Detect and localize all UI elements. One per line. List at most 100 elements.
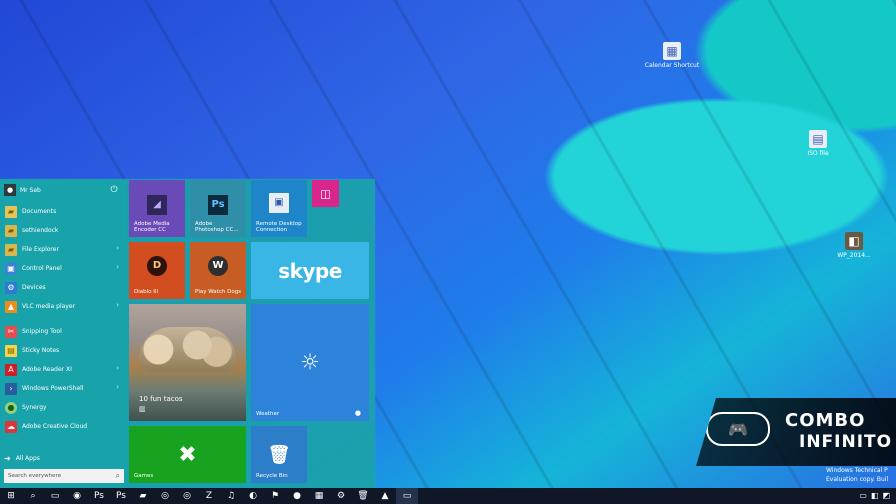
- taskbar-grid[interactable]: ▦: [308, 488, 330, 504]
- menu-item-powershell[interactable]: › Windows PowerShell ›: [0, 379, 127, 398]
- taskbar-photoshop-2[interactable]: Ps: [110, 488, 132, 504]
- watermark-line-1: COMBO: [785, 410, 866, 431]
- chevron-right-icon: ›: [116, 301, 119, 309]
- tile-games[interactable]: ✖ Games: [129, 426, 246, 483]
- menu-item-label: Snipping Tool: [22, 328, 62, 335]
- camera-icon: ◫: [320, 187, 331, 200]
- taskbar-steam-2[interactable]: ◎: [176, 488, 198, 504]
- keyboard-icon[interactable]: ▭: [859, 491, 867, 500]
- food-title: 10 fun tacos: [139, 395, 183, 403]
- sun-icon: ☼: [300, 350, 320, 375]
- xbox-icon: ✖: [178, 442, 197, 467]
- menu-item-snipping-tool[interactable]: ✂ Snipping Tool: [0, 322, 127, 341]
- taskbar-chrome[interactable]: ◉: [66, 488, 88, 504]
- all-apps-link[interactable]: ➜ All Apps: [4, 451, 122, 465]
- taskbar-search-button[interactable]: ⌕: [22, 488, 44, 504]
- menu-item-adobe-reader[interactable]: A Adobe Reader XI ›: [0, 360, 127, 379]
- gamepad-icon: 🎮: [706, 412, 770, 446]
- start-menu-list: ▰ Documents ▰ sethiendock ▰ File Explore…: [0, 202, 127, 436]
- folder-icon: ▰: [5, 243, 17, 256]
- menu-item-control-panel[interactable]: ▣ Control Panel ›: [0, 259, 127, 278]
- skype-logo: skype: [278, 258, 342, 283]
- taskbar-network[interactable]: ⚑: [264, 488, 286, 504]
- system-tray: ▭ ◧ ◩: [859, 491, 890, 500]
- taskbar-photoshop-1[interactable]: Ps: [88, 488, 110, 504]
- tile-label: Recycle Bin: [256, 473, 288, 479]
- calendar-icon: ▦: [663, 42, 681, 60]
- taskbar-file-explorer[interactable]: ▭: [44, 488, 66, 504]
- tile-food[interactable]: 10 fun tacos ▥: [129, 304, 246, 421]
- menu-item-file-explorer[interactable]: ▰ File Explorer ›: [0, 240, 127, 259]
- watch-dogs-icon: W: [208, 255, 228, 276]
- desktop-icon-label: ISO file: [807, 150, 829, 157]
- folder-icon: ▰: [5, 224, 17, 237]
- taskbar-vlc[interactable]: ▲: [374, 488, 396, 504]
- arrow-right-icon: ➜: [4, 453, 11, 463]
- control-panel-icon: ▣: [5, 262, 17, 275]
- menu-item-label: VLC media player: [22, 303, 76, 310]
- pdf-icon: A: [5, 363, 17, 376]
- power-icon[interactable]: ⏻: [109, 185, 119, 195]
- tile-adobe-photoshop[interactable]: Ps Adobe Photoshop CC...: [190, 180, 246, 237]
- volume-icon[interactable]: ◧: [871, 491, 879, 500]
- menu-item-documents[interactable]: ▰ Documents: [0, 202, 127, 221]
- menu-item-sethiendock[interactable]: ▰ sethiendock: [0, 221, 127, 240]
- tile-diablo-iii[interactable]: D Diablo III: [129, 242, 185, 299]
- chevron-right-icon: ›: [116, 364, 119, 372]
- tile-play-watch-dogs[interactable]: W Play Watch Dogs: [190, 242, 246, 299]
- menu-item-label: Documents: [22, 208, 57, 215]
- watermark-line-2: INFINITO: [799, 432, 893, 452]
- menu-item-vlc[interactable]: ▲ VLC media player ›: [0, 297, 127, 316]
- taskbar-recycle[interactable]: 🗑: [352, 488, 374, 504]
- user-name: Mr Seb: [20, 186, 41, 194]
- menu-item-label: Sticky Notes: [22, 347, 60, 354]
- menu-item-label: Windows PowerShell: [22, 385, 84, 392]
- desktop-icon-wp[interactable]: ◧ WP_2014...: [825, 232, 883, 259]
- windows-evaluation-text: Windows Technical P Evaluation copy. Bui…: [826, 466, 896, 484]
- monitor-icon: ▣: [269, 192, 289, 213]
- taskbar-settings[interactable]: ⚙: [330, 488, 352, 504]
- media-encoder-icon: ◢: [147, 194, 167, 215]
- desktop-icon-calendar-shortcut[interactable]: ▦ Calendar Shortcut: [643, 42, 701, 69]
- tile-adobe-media-encoder[interactable]: ◢ Adobe Media Encoder CC: [129, 180, 185, 237]
- network-icon[interactable]: ◩: [882, 491, 890, 500]
- taskbar-filezilla[interactable]: Z: [198, 488, 220, 504]
- desktop-icon-label: WP_2014...: [837, 252, 871, 259]
- creative-cloud-icon: ☁: [5, 420, 17, 433]
- food-icon: ▥: [139, 405, 146, 413]
- taskbar-steam-1[interactable]: ◎: [154, 488, 176, 504]
- desktop-icon-label: Calendar Shortcut: [644, 62, 700, 69]
- tile-camera[interactable]: ◫: [312, 180, 339, 207]
- folder-icon: ▰: [5, 205, 17, 218]
- tile-label: Adobe Photoshop CC...: [195, 221, 239, 233]
- sync-icon: ●: [5, 401, 17, 414]
- start-menu-left-panel: ● Mr Seb ⏻ ▰ Documents ▰ sethiendock ▰ F…: [0, 179, 127, 488]
- menu-item-label: Devices: [22, 284, 46, 291]
- user-row[interactable]: ● Mr Seb ⏻: [4, 183, 124, 197]
- menu-item-label: Control Panel: [22, 265, 62, 272]
- menu-item-creative-cloud[interactable]: ☁ Adobe Creative Cloud: [0, 417, 127, 436]
- taskbar-app[interactable]: ●: [286, 488, 308, 504]
- menu-item-devices[interactable]: ⚙ Devices: [0, 278, 127, 297]
- menu-item-label: Adobe Reader XI: [22, 366, 72, 373]
- photoshop-icon: Ps: [208, 194, 228, 215]
- search-placeholder: Search everywhere: [8, 473, 62, 479]
- taskbar: ⊞ ⌕ ▭ ◉ Ps Ps ▰ ◎ ◎ Z ♫ ◐ ⚑ ● ▦ ⚙ 🗑 ▲ ▭ …: [0, 488, 896, 504]
- desktop-icon-iso-file[interactable]: ▤ ISO file: [789, 130, 847, 157]
- start-menu-tiles: ◢ Adobe Media Encoder CC Ps Adobe Photos…: [129, 180, 373, 486]
- taskbar-folder[interactable]: ▰: [132, 488, 154, 504]
- taskbar-firefox[interactable]: ◐: [242, 488, 264, 504]
- tile-weather[interactable]: ☼ Weather ●: [251, 304, 369, 421]
- menu-item-sticky-notes[interactable]: ▤ Sticky Notes: [0, 341, 127, 360]
- tile-skype[interactable]: skype: [251, 242, 369, 299]
- tile-label: Diablo III: [134, 289, 159, 295]
- chevron-right-icon: ›: [116, 383, 119, 391]
- chevron-right-icon: ›: [116, 244, 119, 252]
- menu-item-synergy[interactable]: ● Synergy: [0, 398, 127, 417]
- tile-recycle-bin[interactable]: 🗑 Recycle Bin: [251, 426, 307, 483]
- tile-remote-desktop[interactable]: ▣ Remote Desktop Connection: [251, 180, 307, 237]
- taskbar-spotify[interactable]: ♫: [220, 488, 242, 504]
- taskbar-start-button[interactable]: ⊞: [0, 488, 22, 504]
- taskbar-window[interactable]: ▭: [396, 488, 418, 504]
- search-input[interactable]: Search everywhere ⌕: [4, 469, 124, 483]
